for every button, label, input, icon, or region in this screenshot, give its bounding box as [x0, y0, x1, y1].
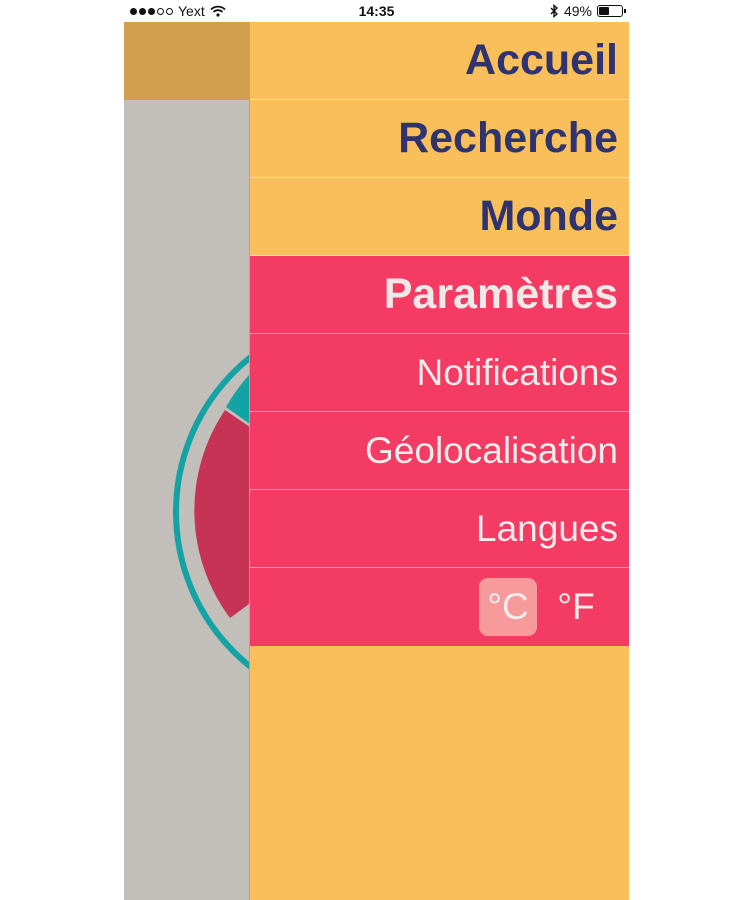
celsius-button[interactable]: °C [479, 578, 537, 636]
status-right: 49% [549, 3, 626, 19]
settings-item-label: Notifications [416, 351, 618, 393]
settings-item-langues[interactable]: Langues [250, 490, 629, 568]
settings-item-label: Géolocalisation [365, 429, 618, 471]
status-left: Yext [130, 3, 226, 19]
bluetooth-icon [550, 4, 559, 18]
settings-item-geolocalisation[interactable]: Géolocalisation [250, 412, 629, 490]
menu-item-label: Monde [479, 192, 618, 240]
settings-item-notifications[interactable]: Notifications [250, 334, 629, 412]
menu-item-label: Recherche [398, 114, 618, 162]
background-app-header [124, 22, 249, 100]
menu-item-label: Accueil [465, 36, 618, 84]
battery-icon [597, 5, 626, 17]
temperature-unit-toggle: °C °F [250, 568, 629, 646]
menu-item-label: Paramètres [383, 270, 618, 318]
battery-percent: 49% [563, 3, 592, 19]
wifi-icon [210, 5, 226, 17]
signal-strength-icon [130, 7, 173, 15]
carrier-name: Yext [178, 3, 205, 19]
settings-item-label: Langues [476, 507, 618, 549]
status-bar: Yext 14:35 49% [124, 0, 629, 22]
phone-screen: Yext 14:35 49% Accueil Recherche Monde P… [124, 0, 629, 900]
navigation-drawer: Accueil Recherche Monde Paramètres Notif… [249, 22, 629, 900]
menu-item-accueil[interactable]: Accueil [250, 22, 629, 100]
background-weather-dial [124, 100, 249, 900]
menu-item-recherche[interactable]: Recherche [250, 100, 629, 178]
fahrenheit-button[interactable]: °F [547, 578, 605, 636]
menu-item-parametres[interactable]: Paramètres [250, 256, 629, 334]
menu-item-monde[interactable]: Monde [250, 178, 629, 256]
